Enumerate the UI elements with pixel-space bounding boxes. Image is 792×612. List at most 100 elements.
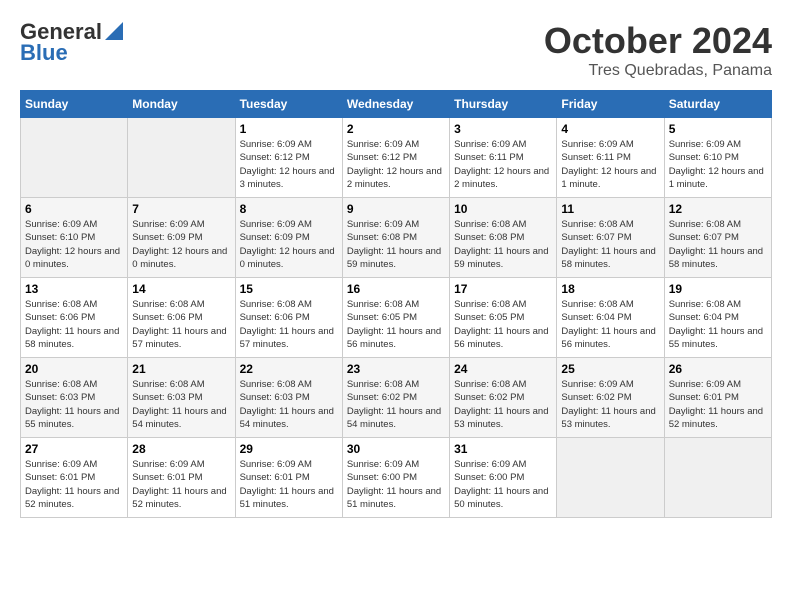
table-cell: 22 Sunrise: 6:08 AMSunset: 6:03 PMDayligh… — [235, 358, 342, 438]
day-info: Sunrise: 6:08 AMSunset: 6:02 PMDaylight:… — [454, 378, 552, 431]
table-cell: 15 Sunrise: 6:08 AMSunset: 6:06 PMDayligh… — [235, 278, 342, 358]
header-day-thursday: Thursday — [450, 91, 557, 118]
day-number: 17 — [454, 282, 552, 296]
table-cell — [21, 118, 128, 198]
day-number: 11 — [561, 202, 659, 216]
location-title: Tres Quebradas, Panama — [544, 62, 772, 80]
day-number: 4 — [561, 122, 659, 136]
table-cell: 25Sunrise: 6:09 AMSunset: 6:02 PMDayligh… — [557, 358, 664, 438]
table-cell: 29Sunrise: 6:09 AMSunset: 6:01 PMDayligh… — [235, 438, 342, 518]
day-info: Sunrise: 6:09 AMSunset: 6:09 PMDaylight:… — [240, 218, 338, 271]
week-row-1: 1 Sunrise: 6:09 AMSunset: 6:12 PMDaylight… — [21, 118, 772, 198]
day-info: Sunrise: 6:08 AMSunset: 6:07 PMDaylight:… — [669, 218, 767, 271]
days-of-week-row: SundayMondayTuesdayWednesdayThursdayFrid… — [21, 91, 772, 118]
day-number: 22 — [240, 362, 338, 376]
table-cell: 30 Sunrise: 6:09 AMSunset: 6:00 PMDayligh… — [342, 438, 449, 518]
day-number: 10 — [454, 202, 552, 216]
day-info: Sunrise: 6:09 AMSunset: 6:00 PMDaylight:… — [454, 458, 552, 511]
week-row-3: 13Sunrise: 6:08 AMSunset: 6:06 PMDayligh… — [21, 278, 772, 358]
day-info: Sunrise: 6:08 AMSunset: 6:03 PMDaylight:… — [132, 378, 230, 431]
logo-icon — [105, 22, 123, 40]
day-number: 8 — [240, 202, 338, 216]
day-info: Sunrise: 6:08 AMSunset: 6:06 PMDaylight:… — [132, 298, 230, 351]
table-cell: 5 Sunrise: 6:09 AMSunset: 6:10 PMDaylight… — [664, 118, 771, 198]
day-number: 26 — [669, 362, 767, 376]
logo: General Blue — [20, 20, 123, 65]
calendar-table: SundayMondayTuesdayWednesdayThursdayFrid… — [20, 90, 772, 518]
table-cell — [557, 438, 664, 518]
day-info: Sunrise: 6:09 AMSunset: 6:01 PMDaylight:… — [240, 458, 338, 511]
table-cell: 8 Sunrise: 6:09 AMSunset: 6:09 PMDaylight… — [235, 198, 342, 278]
table-cell — [664, 438, 771, 518]
day-info: Sunrise: 6:08 AMSunset: 6:06 PMDaylight:… — [25, 298, 123, 351]
header-day-monday: Monday — [128, 91, 235, 118]
day-number: 27 — [25, 442, 123, 456]
table-cell: 7 Sunrise: 6:09 AMSunset: 6:09 PMDaylight… — [128, 198, 235, 278]
day-number: 23 — [347, 362, 445, 376]
day-info: Sunrise: 6:08 AMSunset: 6:05 PMDaylight:… — [454, 298, 552, 351]
table-cell: 6 Sunrise: 6:09 AMSunset: 6:10 PMDaylight… — [21, 198, 128, 278]
logo-blue: Blue — [20, 41, 68, 65]
day-number: 30 — [347, 442, 445, 456]
day-number: 15 — [240, 282, 338, 296]
day-info: Sunrise: 6:08 AMSunset: 6:03 PMDaylight:… — [240, 378, 338, 431]
day-number: 5 — [669, 122, 767, 136]
day-number: 12 — [669, 202, 767, 216]
table-cell: 19Sunrise: 6:08 AMSunset: 6:04 PMDayligh… — [664, 278, 771, 358]
day-info: Sunrise: 6:08 AMSunset: 6:03 PMDaylight:… — [25, 378, 123, 431]
day-info: Sunrise: 6:08 AMSunset: 6:07 PMDaylight:… — [561, 218, 659, 271]
header: General Blue October 2024 Tres Quebradas… — [20, 20, 772, 80]
day-number: 21 — [132, 362, 230, 376]
table-cell: 1 Sunrise: 6:09 AMSunset: 6:12 PMDaylight… — [235, 118, 342, 198]
day-number: 18 — [561, 282, 659, 296]
table-cell: 23 Sunrise: 6:08 AMSunset: 6:02 PMDayligh… — [342, 358, 449, 438]
day-info: Sunrise: 6:09 AMSunset: 6:11 PMDaylight:… — [561, 138, 659, 191]
table-cell: 28Sunrise: 6:09 AMSunset: 6:01 PMDayligh… — [128, 438, 235, 518]
day-info: Sunrise: 6:08 AMSunset: 6:08 PMDaylight:… — [454, 218, 552, 271]
day-info: Sunrise: 6:09 AMSunset: 6:12 PMDaylight:… — [347, 138, 445, 191]
day-number: 2 — [347, 122, 445, 136]
header-day-saturday: Saturday — [664, 91, 771, 118]
day-number: 1 — [240, 122, 338, 136]
header-day-wednesday: Wednesday — [342, 91, 449, 118]
table-cell: 14 Sunrise: 6:08 AMSunset: 6:06 PMDayligh… — [128, 278, 235, 358]
day-info: Sunrise: 6:08 AMSunset: 6:04 PMDaylight:… — [669, 298, 767, 351]
day-info: Sunrise: 6:09 AMSunset: 6:00 PMDaylight:… — [347, 458, 445, 511]
day-number: 7 — [132, 202, 230, 216]
header-day-sunday: Sunday — [21, 91, 128, 118]
table-cell: 21 Sunrise: 6:08 AMSunset: 6:03 PMDayligh… — [128, 358, 235, 438]
calendar-header: SundayMondayTuesdayWednesdayThursdayFrid… — [21, 91, 772, 118]
table-cell: 9Sunrise: 6:09 AMSunset: 6:08 PMDaylight… — [342, 198, 449, 278]
day-info: Sunrise: 6:08 AMSunset: 6:06 PMDaylight:… — [240, 298, 338, 351]
day-info: Sunrise: 6:09 AMSunset: 6:12 PMDaylight:… — [240, 138, 338, 191]
day-number: 6 — [25, 202, 123, 216]
header-day-friday: Friday — [557, 91, 664, 118]
table-cell: 13Sunrise: 6:08 AMSunset: 6:06 PMDayligh… — [21, 278, 128, 358]
day-number: 31 — [454, 442, 552, 456]
title-area: October 2024 Tres Quebradas, Panama — [544, 20, 772, 80]
day-info: Sunrise: 6:09 AMSunset: 6:09 PMDaylight:… — [132, 218, 230, 271]
day-info: Sunrise: 6:09 AMSunset: 6:01 PMDaylight:… — [25, 458, 123, 511]
table-cell — [128, 118, 235, 198]
day-number: 20 — [25, 362, 123, 376]
table-cell: 11 Sunrise: 6:08 AMSunset: 6:07 PMDayligh… — [557, 198, 664, 278]
day-info: Sunrise: 6:08 AMSunset: 6:04 PMDaylight:… — [561, 298, 659, 351]
day-info: Sunrise: 6:08 AMSunset: 6:02 PMDaylight:… — [347, 378, 445, 431]
table-cell: 24Sunrise: 6:08 AMSunset: 6:02 PMDayligh… — [450, 358, 557, 438]
day-number: 9 — [347, 202, 445, 216]
day-info: Sunrise: 6:09 AMSunset: 6:11 PMDaylight:… — [454, 138, 552, 191]
table-cell: 2 Sunrise: 6:09 AMSunset: 6:12 PMDaylight… — [342, 118, 449, 198]
week-row-2: 6 Sunrise: 6:09 AMSunset: 6:10 PMDaylight… — [21, 198, 772, 278]
table-cell: 10 Sunrise: 6:08 AMSunset: 6:08 PMDayligh… — [450, 198, 557, 278]
day-number: 16 — [347, 282, 445, 296]
day-info: Sunrise: 6:09 AMSunset: 6:01 PMDaylight:… — [669, 378, 767, 431]
week-row-5: 27 Sunrise: 6:09 AMSunset: 6:01 PMDayligh… — [21, 438, 772, 518]
table-cell: 18 Sunrise: 6:08 AMSunset: 6:04 PMDayligh… — [557, 278, 664, 358]
day-number: 14 — [132, 282, 230, 296]
table-cell: 26 Sunrise: 6:09 AMSunset: 6:01 PMDayligh… — [664, 358, 771, 438]
day-info: Sunrise: 6:09 AMSunset: 6:10 PMDaylight:… — [669, 138, 767, 191]
day-info: Sunrise: 6:09 AMSunset: 6:01 PMDaylight:… — [132, 458, 230, 511]
table-cell: 27 Sunrise: 6:09 AMSunset: 6:01 PMDayligh… — [21, 438, 128, 518]
table-cell: 4 Sunrise: 6:09 AMSunset: 6:11 PMDaylight… — [557, 118, 664, 198]
day-info: Sunrise: 6:09 AMSunset: 6:10 PMDaylight:… — [25, 218, 123, 271]
